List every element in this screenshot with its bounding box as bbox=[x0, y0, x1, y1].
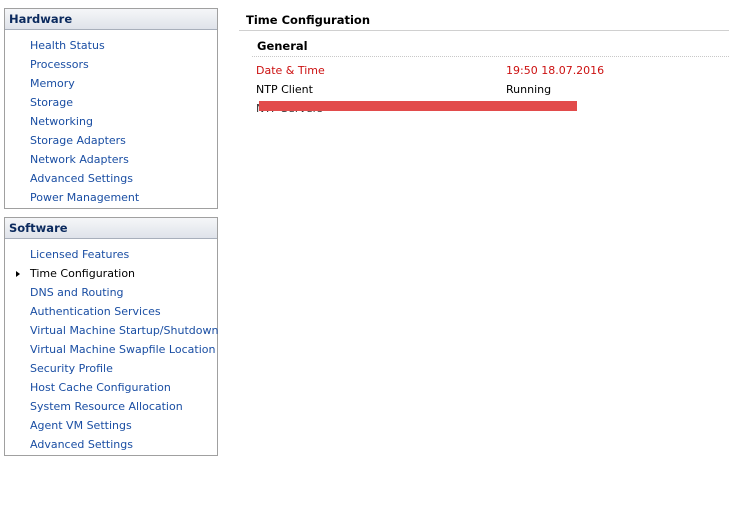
nav-item-vm-startup-shutdown[interactable]: Virtual Machine Startup/Shutdown bbox=[5, 321, 218, 340]
date-time-value: 19:50 18.07.2016 bbox=[506, 64, 605, 77]
nav-item-agent-vm-settings[interactable]: Agent VM Settings bbox=[5, 416, 217, 435]
nav-item-vm-swapfile-location[interactable]: Virtual Machine Swapfile Location bbox=[5, 340, 217, 359]
nav-item-hardware-advanced-settings[interactable]: Advanced Settings bbox=[5, 169, 217, 188]
section-divider bbox=[252, 56, 729, 57]
nav-item-dns-and-routing[interactable]: DNS and Routing bbox=[5, 283, 217, 302]
nav-item-authentication-services[interactable]: Authentication Services bbox=[5, 302, 217, 321]
nav-item-network-adapters[interactable]: Network Adapters bbox=[5, 150, 217, 169]
nav-item-storage-adapters[interactable]: Storage Adapters bbox=[5, 131, 217, 150]
nav-item-system-resource-allocation[interactable]: System Resource Allocation bbox=[5, 397, 217, 416]
selected-arrow-icon bbox=[16, 271, 20, 277]
nav-item-health-status[interactable]: Health Status bbox=[5, 36, 217, 55]
nav-item-software-advanced-settings[interactable]: Advanced Settings bbox=[5, 435, 217, 454]
ntp-client-value: Running bbox=[506, 83, 552, 96]
software-items: Licensed Features Time Configuration DNS… bbox=[5, 239, 218, 454]
host-configuration-view: Hardware Health Status Processors Memory… bbox=[0, 0, 729, 512]
hardware-items: Health Status Processors Memory Storage … bbox=[5, 30, 217, 207]
ntp-client-label: NTP Client bbox=[256, 83, 313, 96]
hardware-panel: Hardware Health Status Processors Memory… bbox=[4, 8, 218, 209]
nav-item-security-profile[interactable]: Security Profile bbox=[5, 359, 217, 378]
nav-item-processors[interactable]: Processors bbox=[5, 55, 217, 74]
title-divider bbox=[239, 30, 729, 31]
nav-item-power-management[interactable]: Power Management bbox=[5, 188, 217, 207]
date-time-label[interactable]: Date & Time bbox=[256, 61, 325, 80]
page-title: Time Configuration bbox=[246, 13, 371, 27]
ntp-client-row: NTP Client Running bbox=[256, 80, 729, 99]
software-panel: Software Licensed Features Time Configur… bbox=[4, 217, 218, 456]
nav-item-networking[interactable]: Networking bbox=[5, 112, 217, 131]
nav-item-host-cache-configuration[interactable]: Host Cache Configuration bbox=[5, 378, 217, 397]
software-panel-header: Software bbox=[5, 218, 217, 239]
redaction-bar bbox=[259, 101, 577, 111]
nav-item-licensed-features[interactable]: Licensed Features bbox=[5, 245, 217, 264]
nav-item-time-configuration[interactable]: Time Configuration bbox=[5, 264, 217, 283]
nav-item-time-configuration-label: Time Configuration bbox=[30, 267, 136, 280]
section-title-general: General bbox=[257, 39, 308, 53]
nav-item-memory[interactable]: Memory bbox=[5, 74, 217, 93]
nav-item-storage[interactable]: Storage bbox=[5, 93, 217, 112]
hardware-panel-header: Hardware bbox=[5, 9, 217, 30]
date-time-row[interactable]: Date & Time 19:50 18.07.2016 bbox=[256, 61, 729, 80]
